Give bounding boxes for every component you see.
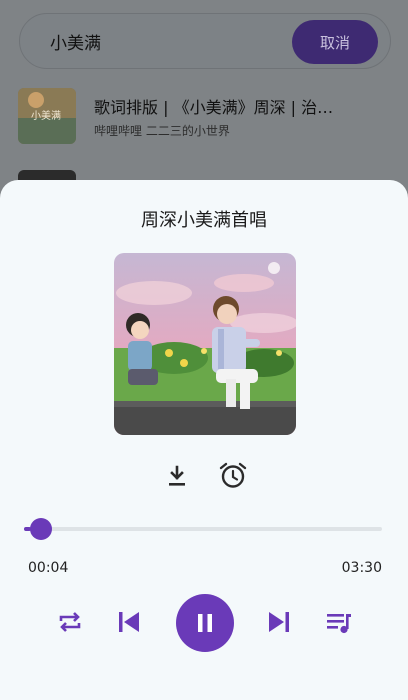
result-thumbnail: 小美满 <box>18 88 76 144</box>
skip-next-icon <box>269 612 289 632</box>
skip-previous-icon <box>119 612 139 632</box>
playlist-icon <box>327 614 351 634</box>
download-icon <box>169 465 185 486</box>
progress-handle[interactable] <box>30 518 52 540</box>
album-cover <box>114 253 296 435</box>
result-title: 歌词排版 | 《小美满》周深 | 治… <box>94 98 334 117</box>
download-button[interactable] <box>161 460 193 492</box>
total-time: 03:30 <box>341 560 382 576</box>
current-time: 00:04 <box>28 560 69 576</box>
result-subtitle: 哔哩哔哩 二二三的小世界 <box>94 124 230 138</box>
search-input[interactable]: 小美满 <box>50 29 101 54</box>
alarm-clock-icon <box>219 462 247 488</box>
pause-icon <box>198 614 212 632</box>
next-button[interactable] <box>262 605 296 639</box>
play-pause-button[interactable] <box>176 594 234 652</box>
alarm-button[interactable] <box>215 457 251 493</box>
player-sheet: 周深小美满首唱 00:04 03:30 <box>0 180 408 700</box>
previous-button[interactable] <box>112 605 146 639</box>
repeat-icon <box>59 612 81 632</box>
thumb-text: 小美满 <box>31 109 61 122</box>
list-item[interactable]: 小美满 歌词排版 | 《小美满》周深 | 治… 哔哩哔哩 二二三的小世界 <box>18 88 390 146</box>
search-bar[interactable]: 小美满 取消 <box>19 13 391 69</box>
thumbnail-image: 小美满 <box>18 88 76 144</box>
repeat-button[interactable] <box>54 606 86 638</box>
cancel-button[interactable]: 取消 <box>292 20 378 64</box>
progress-track[interactable] <box>24 527 382 531</box>
progress-slider[interactable] <box>24 514 384 544</box>
cover-art-image <box>114 253 296 435</box>
playlist-button[interactable] <box>322 606 356 640</box>
song-title: 周深小美满首唱 <box>141 210 267 231</box>
